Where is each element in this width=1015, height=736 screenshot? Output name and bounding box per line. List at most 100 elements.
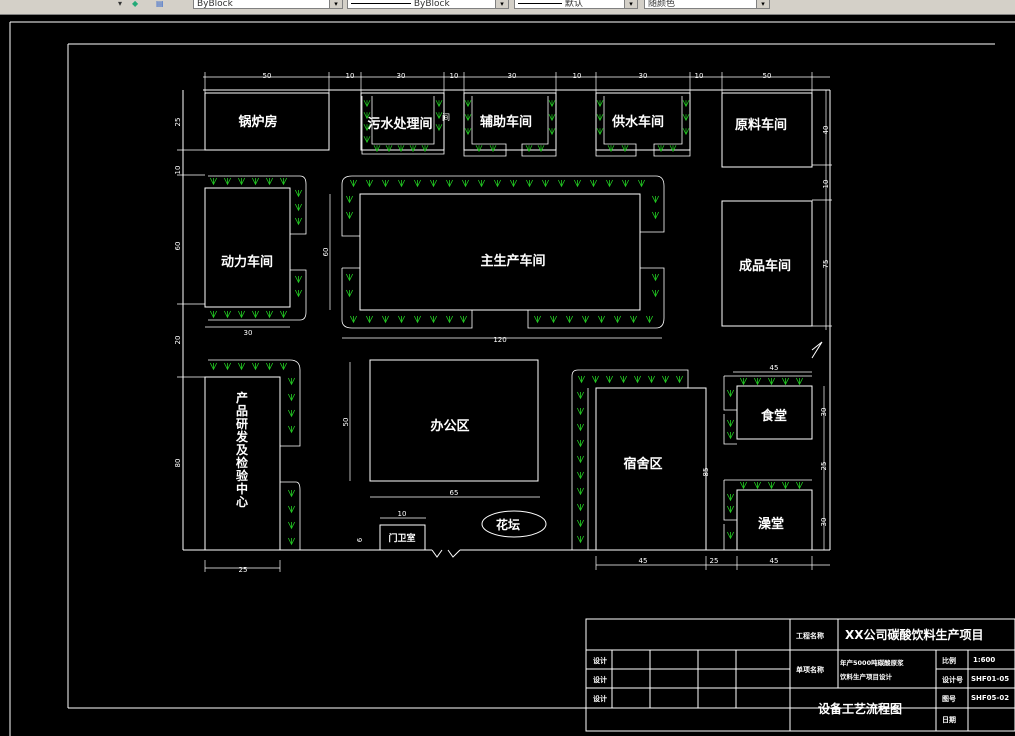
layer-state-icon[interactable]: ◆ — [132, 0, 146, 8]
rnd-label-char: 心 — [236, 495, 248, 509]
chevron-down-icon[interactable]: ▾ — [756, 0, 769, 8]
office-label: 办公区 — [430, 418, 469, 434]
scale-value: 1:600 — [973, 656, 995, 664]
dim-text: 10 — [398, 510, 407, 518]
layer-dropdown-arrow-icon[interactable]: ▾ — [118, 0, 132, 8]
dim-text: 30 — [244, 329, 253, 337]
dim-text: 65 — [450, 489, 459, 497]
dim-text: 20 — [174, 336, 182, 345]
dim-text: 10 — [450, 72, 459, 80]
flower-label: 花坛 — [496, 517, 520, 532]
lineweight-preview — [518, 3, 562, 4]
dim-text: 45 — [639, 557, 648, 565]
linetype-combo[interactable]: ByBlock ▾ — [347, 0, 509, 9]
dim-text: 50 — [263, 72, 272, 80]
design-no-label: 设计号 — [942, 675, 963, 684]
main-label: 主生产车间 — [480, 253, 545, 269]
linetype-combo-value: ByBlock — [413, 0, 450, 9]
rnd-label-char: 及 — [236, 443, 249, 457]
scale-label: 比例 — [942, 656, 956, 665]
chevron-down-icon[interactable]: ▾ — [329, 0, 342, 8]
linetype-preview — [351, 3, 411, 4]
dimension-lines — [177, 72, 832, 572]
lineweight-combo[interactable]: 默认 ▾ — [514, 0, 638, 9]
unit-label: 单项名称 — [796, 665, 824, 674]
green-belts — [208, 96, 812, 550]
project-label: 工程名称 — [796, 631, 824, 640]
dim-text: 25 — [710, 557, 719, 565]
design-no-value: SHF01-05 — [971, 675, 1009, 683]
power-label: 动力车间 — [221, 254, 273, 270]
lineweight-combo-value: 默认 — [564, 0, 583, 9]
dim-text: 45 — [770, 364, 779, 372]
rnd-label-char: 中 — [236, 481, 248, 496]
raw-label: 原料车间 — [735, 117, 787, 133]
rnd-label-char: 验 — [236, 468, 249, 483]
plotstyle-combo-value: 随颜色 — [648, 0, 676, 9]
dim-text: 25 — [820, 462, 828, 471]
chevron-down-icon[interactable]: ▾ — [495, 0, 508, 8]
dim-text: 50 — [763, 72, 772, 80]
dim-text: 30 — [508, 72, 517, 80]
drawing-no-value: SHF05-02 — [971, 694, 1009, 702]
rnd-label-char: 检 — [236, 455, 248, 470]
project-name: XX公司碳酸饮料生产项目 — [845, 627, 984, 642]
dim-text: 80 — [174, 459, 182, 468]
dim-text: 45 — [770, 557, 779, 565]
unit-name-line1: 年产5000吨碳酸原浆 — [840, 658, 904, 667]
dim-text: 10 — [573, 72, 582, 80]
dorm-label: 宿舍区 — [623, 456, 662, 472]
dim-text: 10 — [346, 72, 355, 80]
design-label: 设计 — [593, 656, 607, 665]
dim-text: 60 — [322, 248, 330, 257]
rnd-label: 产品研发及检验中心 — [235, 390, 249, 509]
rnd-label-char: 发 — [235, 429, 249, 444]
rnd-label-char: 品 — [236, 404, 248, 418]
dim-text: 75 — [822, 260, 830, 269]
dim-text: 30 — [397, 72, 406, 80]
dim-text: 25 — [174, 118, 182, 127]
auxiliary-label: 辅助车间 — [480, 114, 532, 130]
dim-text: 25 — [239, 566, 248, 574]
dim-text: 30 — [820, 518, 828, 527]
check-label: 设计 — [593, 675, 607, 684]
bath-label: 澡堂 — [758, 516, 784, 532]
dim-text: 30 — [820, 408, 828, 417]
color-combo-value: ByBlock — [197, 0, 233, 9]
dimension-texts: 50 10 30 10 30 10 30 10 50 30 120 65 10 … — [239, 72, 779, 574]
dim-text: 10 — [695, 72, 704, 80]
power-workshop[interactable] — [204, 187, 291, 308]
gate-label: 门卫室 — [388, 532, 415, 544]
sewage-side-label: 间 — [442, 113, 450, 122]
dim-text: 50 — [342, 418, 350, 427]
drawing-title: 设备工艺流程图 — [818, 701, 902, 716]
sewage-label: 污水处理间 — [367, 116, 432, 132]
plotstyle-combo[interactable]: 随颜色 ▾ — [644, 0, 770, 9]
main-production-workshop[interactable] — [359, 193, 641, 311]
drawing-no-label: 图号 — [942, 694, 956, 703]
color-combo[interactable]: ByBlock ▾ — [193, 0, 343, 9]
dim-text: 85 — [702, 468, 710, 477]
canteen-label: 食堂 — [761, 408, 787, 424]
dim-text: 120 — [493, 336, 506, 344]
dimension-texts-vertical: 25 10 60 20 80 40 10 75 60 50 6 85 30 25… — [174, 118, 830, 543]
drawing-canvas[interactable]: 锅炉房 污水处理间 辅助车间 供水车间 原料车间 动力车间 主生产车间 成品车间… — [0, 14, 1015, 736]
water-label: 供水车间 — [611, 114, 664, 130]
rnd-label-char: 研 — [236, 417, 248, 431]
dim-text: 60 — [174, 242, 182, 251]
boiler-label: 锅炉房 — [238, 114, 277, 130]
unit-name-line2: 饮料生产项目设计 — [839, 672, 893, 681]
title-block-text: 工程名称 XX公司碳酸饮料生产项目 设计 设计 设计 单项名称 年产5000吨碳… — [593, 627, 1009, 724]
date-label: 日期 — [942, 715, 956, 724]
dim-text: 10 — [822, 180, 830, 189]
buildings — [204, 92, 823, 558]
tree-symbols — [209, 99, 804, 545]
properties-toolbar: ▾ ◆ ▤ ByBlock ▾ ByBlock ▾ 默认 ▾ 随颜色 ▾ — [0, 0, 1015, 15]
rnd-label-char: 产 — [236, 390, 248, 405]
layer-stack-icon[interactable]: ▤ — [156, 0, 170, 8]
chevron-down-icon[interactable]: ▾ — [624, 0, 637, 8]
dim-text: 40 — [822, 126, 830, 135]
dim-text: 10 — [174, 166, 182, 175]
product-label: 成品车间 — [739, 258, 791, 274]
dim-text: 30 — [639, 72, 648, 80]
